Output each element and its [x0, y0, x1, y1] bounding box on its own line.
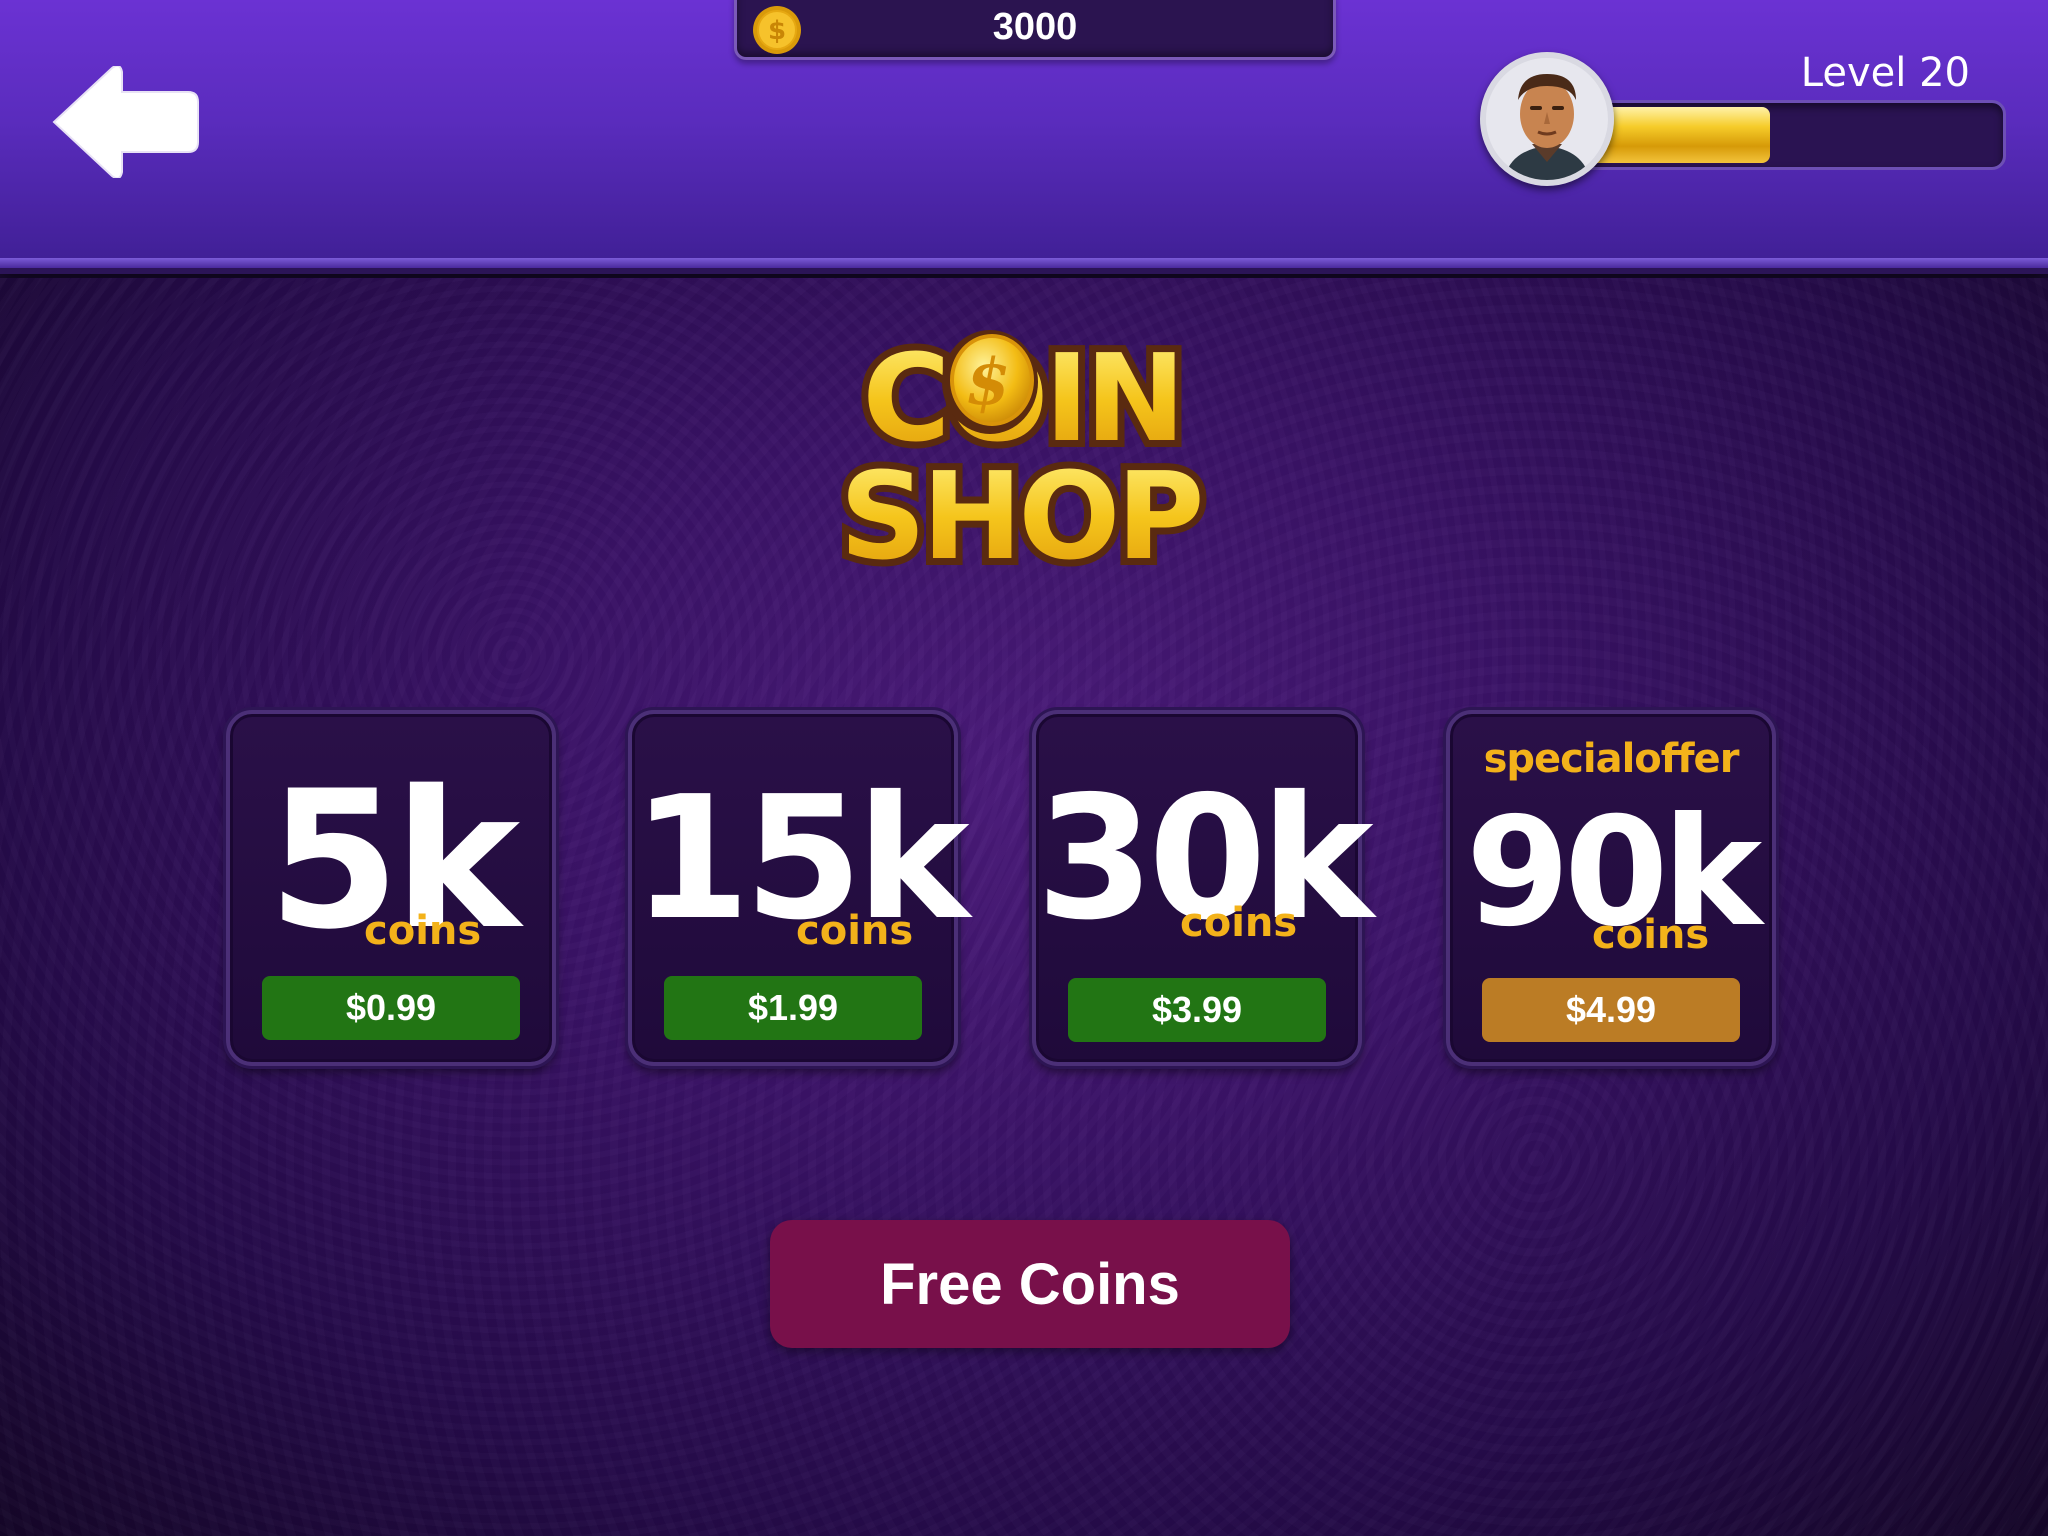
player-avatar[interactable]	[1480, 52, 1614, 186]
svg-text:$: $	[966, 345, 1011, 420]
offer-card-90k-special[interactable]: specialoffer 90k coins $4.99	[1446, 710, 1776, 1066]
offer-unit: coins	[364, 908, 482, 954]
avatar-portrait-icon	[1486, 58, 1608, 180]
offer-card-30k[interactable]: 30k coins $3.99	[1032, 710, 1374, 1066]
price-button-5k[interactable]: $0.99	[262, 976, 520, 1040]
arrow-left-icon	[52, 64, 199, 180]
offer-card-15k[interactable]: 15k coins $1.99	[628, 710, 970, 1066]
back-button[interactable]	[50, 64, 200, 180]
free-coins-button[interactable]: Free Coins	[770, 1220, 1290, 1348]
coin-shop-logo: COIN SHOP $	[820, 316, 1220, 594]
price-button-90k[interactable]: $4.99	[1482, 978, 1740, 1042]
price-button-30k[interactable]: $3.99	[1068, 978, 1326, 1042]
logo-line2: SHOP	[840, 448, 1201, 586]
coin-balance-value: 3000	[992, 6, 1078, 48]
top-bar: $ 3000 Level 20	[0, 0, 2048, 268]
coin-balance: $ 3000	[734, 0, 1336, 60]
special-offer-tag: specialoffer	[1483, 736, 1740, 782]
offer-unit: coins	[796, 908, 914, 954]
price-button-15k[interactable]: $1.99	[664, 976, 922, 1040]
level-label: Level 20	[1800, 50, 1970, 96]
offer-unit: coins	[1180, 900, 1298, 946]
offer-unit: coins	[1592, 912, 1710, 958]
offer-card-5k[interactable]: 5k coins $0.99	[226, 710, 556, 1066]
logo-coin-icon: $	[942, 330, 1038, 434]
xp-progress-bar	[1560, 100, 2006, 170]
